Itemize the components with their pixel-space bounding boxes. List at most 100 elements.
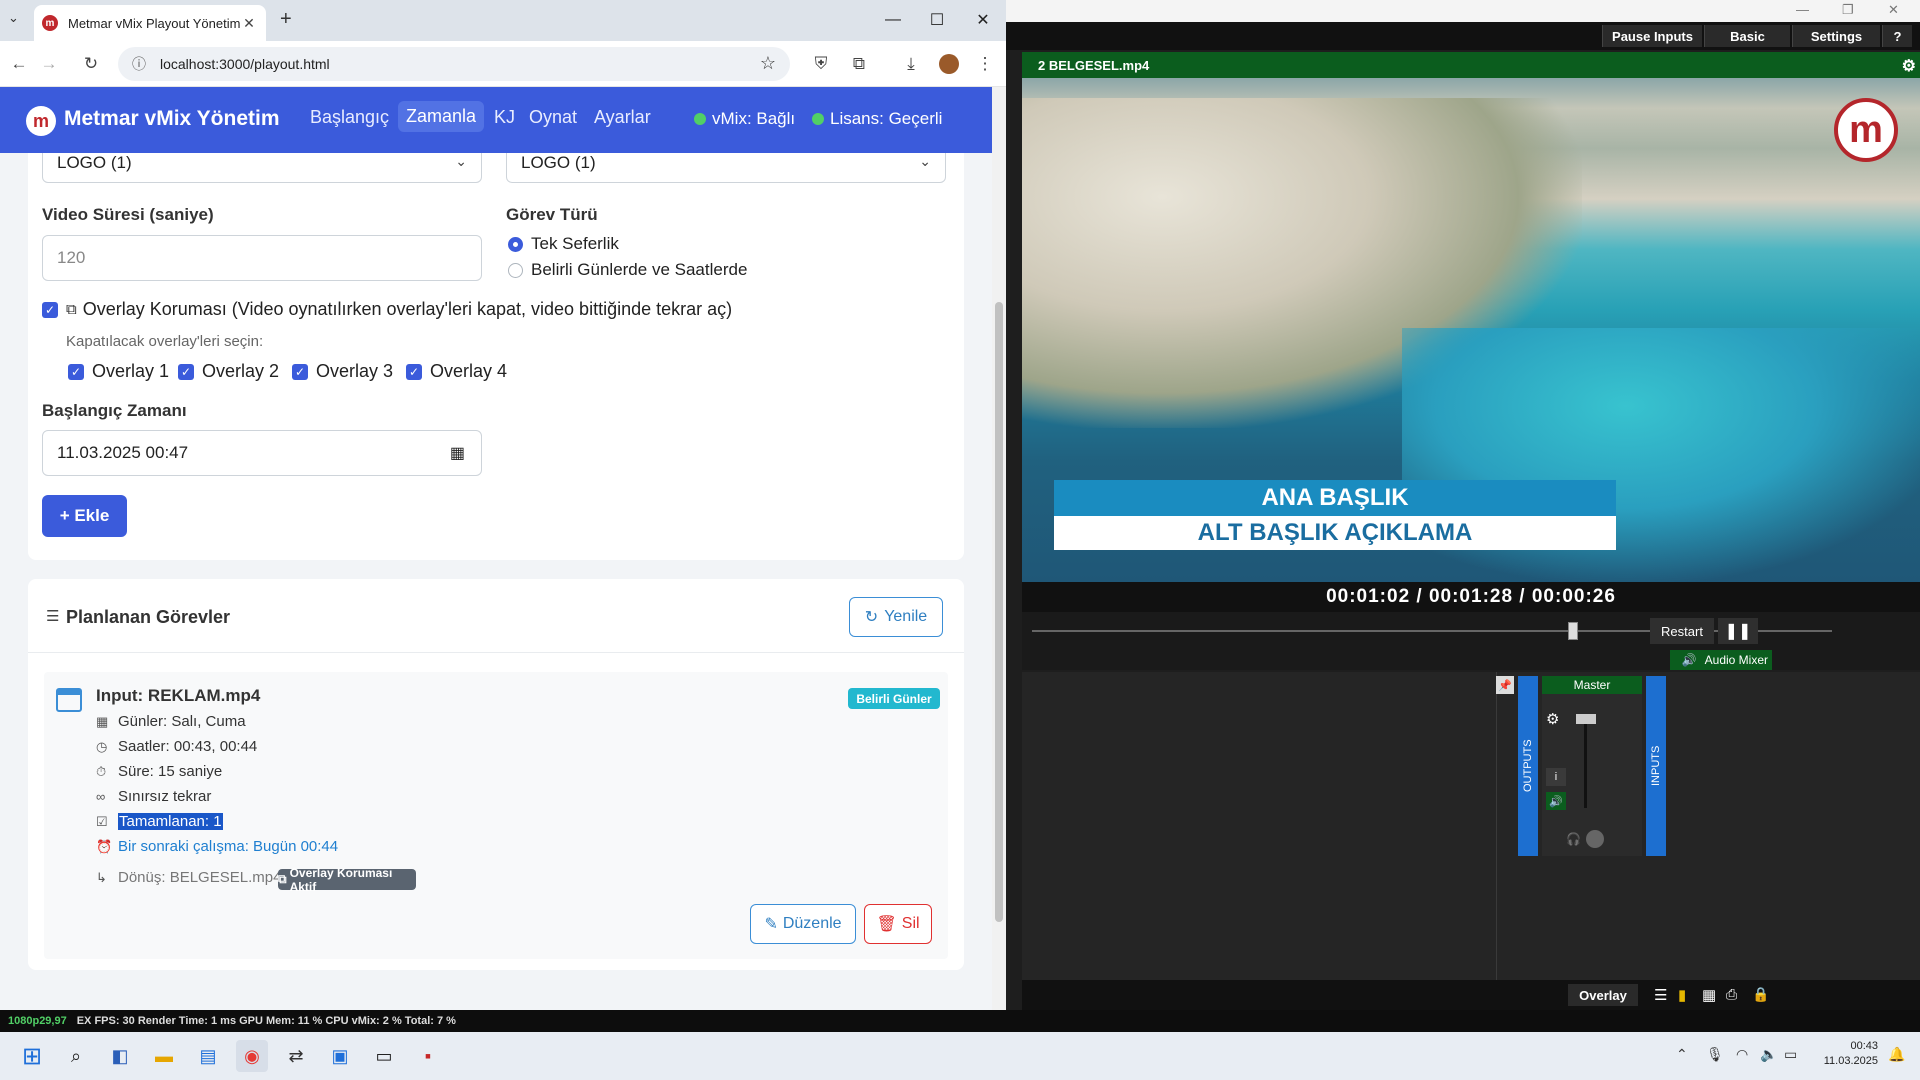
nav-baslangic[interactable]: Başlangıç	[310, 107, 389, 128]
page-scrollbar[interactable]	[992, 87, 1006, 1010]
forward-icon[interactable]: →	[34, 49, 64, 79]
refresh-button[interactable]: ↻ Yenile	[849, 597, 943, 637]
nav-oynat[interactable]: Oynat	[529, 107, 577, 128]
overlay-select-right[interactable]: LOGO (1) ⌄	[506, 153, 946, 183]
outputs-tab[interactable]: OUTPUTS	[1518, 676, 1538, 856]
vmix-app-icon[interactable]: ▪	[412, 1040, 444, 1072]
delete-button[interactable]: 🗑 Sil	[864, 904, 932, 944]
pause-icon[interactable]: ❚❚	[1718, 618, 1758, 644]
settings-button[interactable]: Settings	[1792, 25, 1880, 47]
scrollbar-thumb[interactable]	[995, 302, 1003, 922]
vscode-icon[interactable]: ▣	[324, 1040, 356, 1072]
info-icon[interactable]: i	[1546, 768, 1566, 786]
brand-title[interactable]: Metmar vMix Yönetim	[64, 107, 280, 131]
windows-taskbar: ⊞ ⌕ ◧ ▬ ▤ ◉ ⇄ ▣ ▭ ▪ ⌃ 🎙 ◠ 🔈 ▭ 00:43 11.0…	[0, 1032, 1920, 1080]
battery-icon[interactable]: ▭	[1784, 1046, 1797, 1063]
audio-mixer-toggle[interactable]: 🔊 Audio Mixer	[1670, 650, 1772, 670]
notepad-icon[interactable]: ▤	[192, 1040, 224, 1072]
calendar-icon[interactable]: ▦	[450, 443, 465, 463]
favicon-icon: m	[42, 15, 58, 31]
windows-start-icon[interactable]: ⊞	[16, 1040, 48, 1072]
radio-one-time[interactable]: Tek Seferlik	[508, 234, 619, 254]
overlay-protection-checkbox[interactable]: ✓ ⧉ Overlay Koruması (Video oynatılırken…	[42, 299, 732, 320]
pause-inputs-button[interactable]: Pause Inputs	[1602, 25, 1702, 47]
bookmark-star-icon[interactable]: ☆	[760, 53, 776, 74]
basic-button[interactable]: Basic	[1704, 25, 1790, 47]
minimize-icon[interactable]: —	[870, 6, 916, 34]
speaker-icon: 🔊	[1681, 653, 1697, 667]
lock-icon[interactable]: 🔒	[1752, 986, 1769, 1003]
video-duration-input[interactable]: 120	[42, 235, 482, 281]
list-view-icon[interactable]: ☰	[1654, 986, 1667, 1004]
overlay-2-checkbox[interactable]: ✓ Overlay 2	[178, 361, 279, 382]
extension-shield-icon[interactable]: ⛨	[806, 49, 836, 79]
overlay-1-checkbox[interactable]: ✓ Overlay 1	[68, 361, 169, 382]
edit-button[interactable]: ✎ Düzenle	[750, 904, 856, 944]
back-icon[interactable]: ←	[4, 49, 34, 79]
add-button[interactable]: + Ekle	[42, 495, 127, 537]
clock[interactable]: 00:43 11.03.2025	[1818, 1040, 1878, 1067]
page-content: LOGO (1) ⌄ LOGO (1) ⌄ Video Süresi (sani…	[0, 153, 992, 1010]
layers-icon: ⧉	[66, 301, 77, 318]
fader-track[interactable]	[1584, 718, 1587, 808]
overlay-3-checkbox[interactable]: ✓ Overlay 3	[292, 361, 393, 382]
overlay-4-checkbox[interactable]: ✓ Overlay 4	[406, 361, 507, 382]
tab-search-icon[interactable]: ⌄	[8, 10, 19, 26]
site-info-icon[interactable]: ⓘ	[132, 54, 146, 74]
help-button[interactable]: ?	[1882, 25, 1912, 47]
tray-chevron-icon[interactable]: ⌃	[1676, 1046, 1688, 1063]
menu-kebab-icon[interactable]: ⋮	[970, 49, 1000, 79]
task-return-text: Dönüş: BELGESEL.mp4	[118, 869, 282, 886]
download-icon[interactable]: ⤓	[896, 49, 926, 79]
calendar-small-icon: ▦	[96, 713, 109, 729]
lower-third-title: ANA BAŞLIK	[1054, 480, 1616, 516]
extensions-puzzle-icon[interactable]: ⧉	[844, 49, 874, 79]
nav-ayarlar[interactable]: Ayarlar	[594, 107, 651, 128]
window-close-icon[interactable]: ✕	[960, 6, 1006, 34]
reload-icon[interactable]: ↻	[76, 49, 106, 79]
network-app-icon[interactable]: ⇄	[280, 1040, 312, 1072]
pin-icon[interactable]: 📌	[1496, 676, 1514, 694]
grid-view-icon[interactable]: ▦	[1702, 986, 1716, 1004]
headphones-icon[interactable]: 🎧	[1566, 832, 1581, 846]
restart-button[interactable]: Restart	[1650, 618, 1714, 644]
nav-kj[interactable]: KJ	[494, 107, 515, 128]
output-input-name: 2 BELGESEL.mp4	[1038, 57, 1150, 73]
maximize-icon[interactable]: ☐	[914, 6, 960, 34]
vmix-restore-icon[interactable]: ❐	[1842, 2, 1854, 18]
volume-icon[interactable]: 🔈	[1760, 1046, 1777, 1063]
chrome-icon[interactable]: ◉	[236, 1040, 268, 1072]
new-tab-icon[interactable]: +	[280, 8, 292, 31]
seek-handle[interactable]	[1568, 622, 1578, 640]
overlay-3-label: Overlay 3	[316, 361, 394, 381]
vmix-gear-icon[interactable]: ⚙	[1902, 56, 1916, 76]
tab-close-icon[interactable]: ✕	[240, 15, 258, 32]
file-explorer-icon[interactable]: ▬	[148, 1040, 180, 1072]
terminal-icon[interactable]: ▭	[368, 1040, 400, 1072]
wifi-icon[interactable]: ◠	[1736, 1046, 1748, 1063]
vmix-output-preview[interactable]: m ANA BAŞLIK ALT BAŞLIK AÇIKLAMA	[1022, 78, 1920, 582]
notification-icon[interactable]: 🔔	[1888, 1046, 1905, 1063]
task-view-icon[interactable]: ◧	[104, 1040, 136, 1072]
overlay-select-left[interactable]: LOGO (1) ⌄	[42, 153, 482, 183]
volume-knob[interactable]	[1586, 830, 1604, 848]
radio-specific-days[interactable]: Belirli Günlerde ve Saatlerde	[508, 260, 747, 280]
start-time-input[interactable]: 11.03.2025 00:47 ▦	[42, 430, 482, 476]
refresh-icon: ↻	[864, 609, 879, 626]
fader-handle[interactable]	[1576, 714, 1596, 724]
overlay-button[interactable]: Overlay	[1568, 984, 1638, 1006]
vmix-minimize-icon[interactable]: —	[1796, 2, 1809, 17]
vmix-close-icon[interactable]: ✕	[1888, 2, 1899, 18]
vmix-output-title: 2 BELGESEL.mp4 ⚙	[1022, 52, 1920, 78]
address-bar[interactable]: ⓘ localhost:3000/playout.html ☆	[118, 47, 790, 81]
nav-zamanla[interactable]: Zamanla	[398, 101, 485, 132]
inputs-tab[interactable]: INPUTS	[1646, 676, 1666, 856]
search-icon[interactable]: ⌕	[60, 1040, 92, 1072]
browser-tab[interactable]: m Metmar vMix Playout Yönetim S ✕	[34, 5, 266, 41]
snapshot-icon[interactable]: ⎙	[1726, 986, 1737, 1003]
master-gear-icon[interactable]: ⚙	[1546, 710, 1566, 730]
master-speaker-icon[interactable]: 🔊	[1546, 792, 1566, 810]
microphone-icon[interactable]: 🎙	[1706, 1046, 1724, 1063]
audio-meter-icon[interactable]: ▮	[1678, 986, 1686, 1004]
profile-avatar-icon[interactable]	[934, 49, 964, 79]
